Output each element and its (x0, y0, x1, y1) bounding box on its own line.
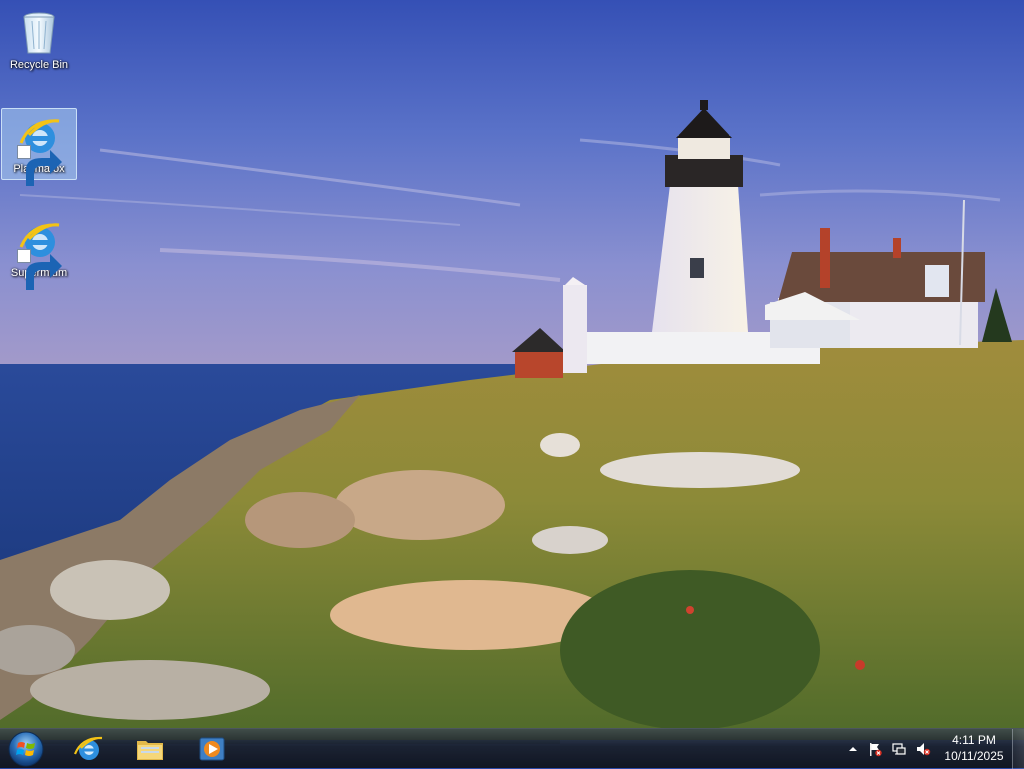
clock-date: 10/11/2025 (944, 749, 1004, 763)
taskbar-pinned-media-player[interactable] (186, 731, 238, 767)
file-explorer-folder-icon (137, 741, 163, 760)
shortcut-arrow-icon (17, 249, 62, 290)
start-button[interactable] (6, 730, 46, 768)
media-player-icon (199, 737, 225, 761)
internet-explorer-icon (73, 736, 103, 760)
shortcut-arrow-icon (17, 145, 62, 186)
clock-time: 4:11 PM (952, 733, 996, 747)
windows-start-orb-icon (8, 731, 44, 767)
show-hidden-icons-button[interactable] (845, 741, 861, 757)
taskbar-clock[interactable]: 4:11 PM 10/11/2025 (938, 732, 1010, 764)
desktop-icon-supermium[interactable]: Supermium (1, 212, 77, 290)
desktop-icon-plasmafox[interactable]: Plasmafox (1, 108, 77, 186)
network-icon[interactable] (891, 741, 907, 757)
show-desktop-button[interactable] (1012, 729, 1024, 769)
taskbar: 4:11 PM 10/11/2025 (0, 728, 1024, 769)
taskbar-pinned-file-explorer[interactable] (124, 731, 176, 767)
desktop-icon-recycle-bin[interactable]: Recycle Bin (1, 4, 77, 73)
ie-browser-icon (15, 217, 63, 290)
recycle-bin-icon (15, 9, 63, 57)
desktop-icon-label: Recycle Bin (9, 59, 69, 71)
volume-muted-icon[interactable] (915, 741, 931, 757)
action-center-flag-icon[interactable] (867, 741, 883, 757)
ie-browser-icon (15, 113, 63, 186)
taskbar-pinned-internet-explorer[interactable] (62, 731, 114, 767)
desktop-wallpaper (0, 0, 1024, 744)
